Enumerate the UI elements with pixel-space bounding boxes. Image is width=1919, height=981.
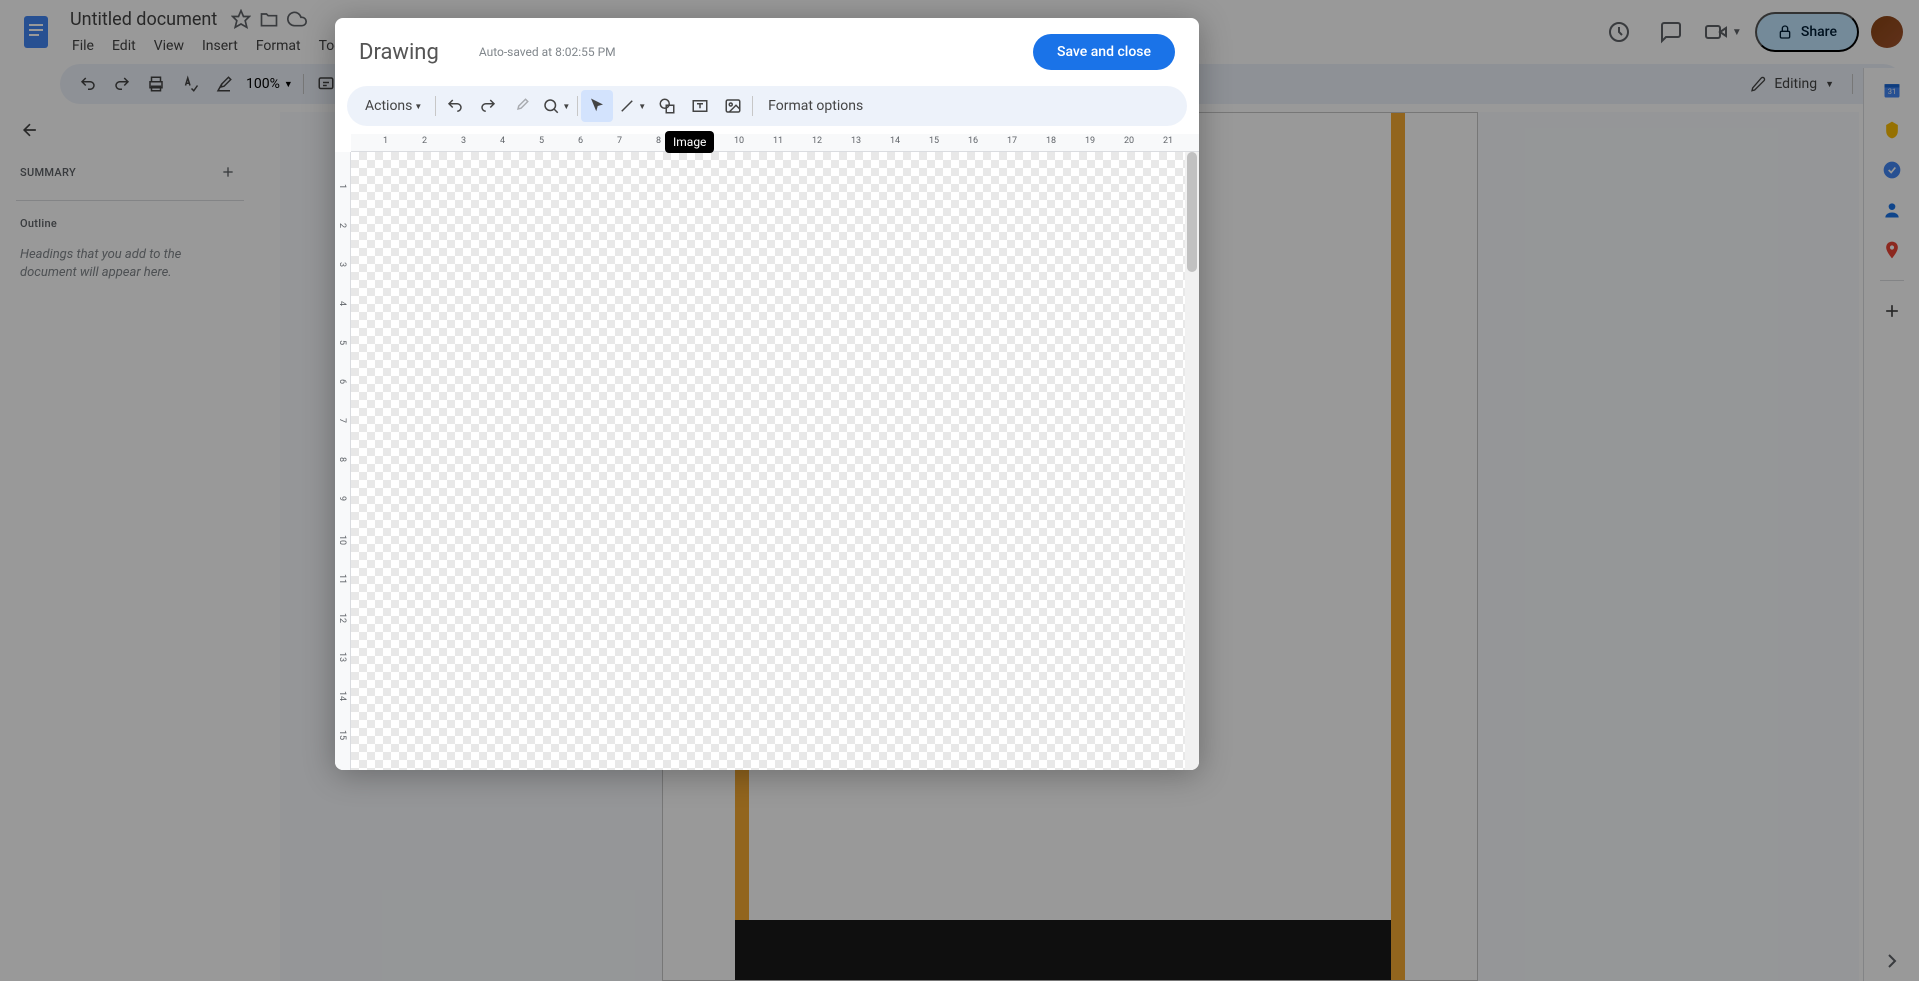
ruler-tick: 14	[890, 136, 900, 146]
ruler-tick: 20	[1124, 136, 1134, 146]
autosave-status: Auto-saved at 8:02:55 PM	[479, 45, 616, 59]
line-tool[interactable]: ▼	[614, 90, 650, 122]
toolbar-separator	[435, 96, 436, 116]
format-options-button[interactable]: Format options	[756, 90, 875, 122]
chevron-down-icon: ▼	[562, 102, 570, 111]
save-and-close-button[interactable]: Save and close	[1033, 34, 1175, 70]
ruler-tick: 12	[812, 136, 822, 146]
ruler-tick: 10	[734, 136, 744, 146]
ruler-tick: 13	[851, 136, 861, 146]
ruler-tick: 4	[500, 136, 505, 146]
paint-format-button[interactable]	[505, 90, 537, 122]
ruler-tick: 12	[337, 613, 347, 623]
ruler-tick: 2	[337, 223, 347, 228]
drawing-toolbar: Actions▼ ▼ ▼ Format options	[347, 86, 1187, 126]
select-tool[interactable]	[581, 90, 613, 122]
ruler-tick: 11	[773, 136, 783, 146]
drawing-dialog: Drawing Auto-saved at 8:02:55 PM Save an…	[335, 18, 1199, 770]
text-box-tool[interactable]	[684, 90, 716, 122]
ruler-tick: 17	[1007, 136, 1017, 146]
tooltip: Image	[665, 131, 714, 153]
redo-button[interactable]	[472, 90, 504, 122]
ruler-tick: 19	[1085, 136, 1095, 146]
ruler-tick: 5	[337, 340, 347, 345]
vertical-ruler[interactable]: 123456789101112131415	[335, 152, 351, 770]
dialog-title: Drawing	[359, 40, 439, 65]
scrollbar-thumb[interactable]	[1187, 152, 1197, 272]
ruler-tick: 16	[968, 136, 978, 146]
ruler-tick: 3	[337, 262, 347, 267]
ruler-tick: 13	[337, 652, 347, 662]
ruler-tick: 15	[337, 730, 347, 740]
toolbar-separator	[577, 96, 578, 116]
zoom-button[interactable]: ▼	[538, 90, 574, 122]
ruler-tick: 9	[337, 496, 347, 501]
ruler-tick: 5	[539, 136, 544, 146]
ruler-tick: 1	[383, 136, 388, 146]
dialog-header: Drawing Auto-saved at 8:02:55 PM Save an…	[335, 18, 1199, 86]
ruler-tick: 18	[1046, 136, 1056, 146]
vertical-scrollbar[interactable]	[1185, 152, 1199, 770]
ruler-tick: 7	[617, 136, 622, 146]
ruler-tick: 6	[337, 379, 347, 384]
actions-menu[interactable]: Actions▼	[355, 90, 432, 122]
ruler-tick: 15	[929, 136, 939, 146]
drawing-canvas[interactable]	[351, 152, 1185, 770]
chevron-down-icon: ▼	[638, 102, 646, 111]
undo-button[interactable]	[439, 90, 471, 122]
shape-tool[interactable]	[651, 90, 683, 122]
toolbar-separator	[752, 96, 753, 116]
ruler-tick: 8	[337, 457, 347, 462]
ruler-tick: 6	[578, 136, 583, 146]
ruler-tick: 10	[337, 535, 347, 545]
ruler-tick: 21	[1163, 136, 1173, 146]
image-tool[interactable]	[717, 90, 749, 122]
chevron-down-icon: ▼	[414, 102, 422, 111]
ruler-tick: 1	[337, 184, 347, 189]
ruler-tick: 7	[337, 418, 347, 423]
ruler-tick: 4	[337, 301, 347, 306]
horizontal-ruler[interactable]: 123456789101112131415161718192021	[351, 134, 1199, 152]
ruler-tick: 2	[422, 136, 427, 146]
ruler-tick: 14	[337, 691, 347, 701]
ruler-tick: 11	[337, 574, 347, 584]
ruler-tick: 8	[656, 136, 661, 146]
canvas-area: 123456789101112131415161718192021 123456…	[335, 134, 1199, 770]
ruler-tick: 3	[461, 136, 466, 146]
